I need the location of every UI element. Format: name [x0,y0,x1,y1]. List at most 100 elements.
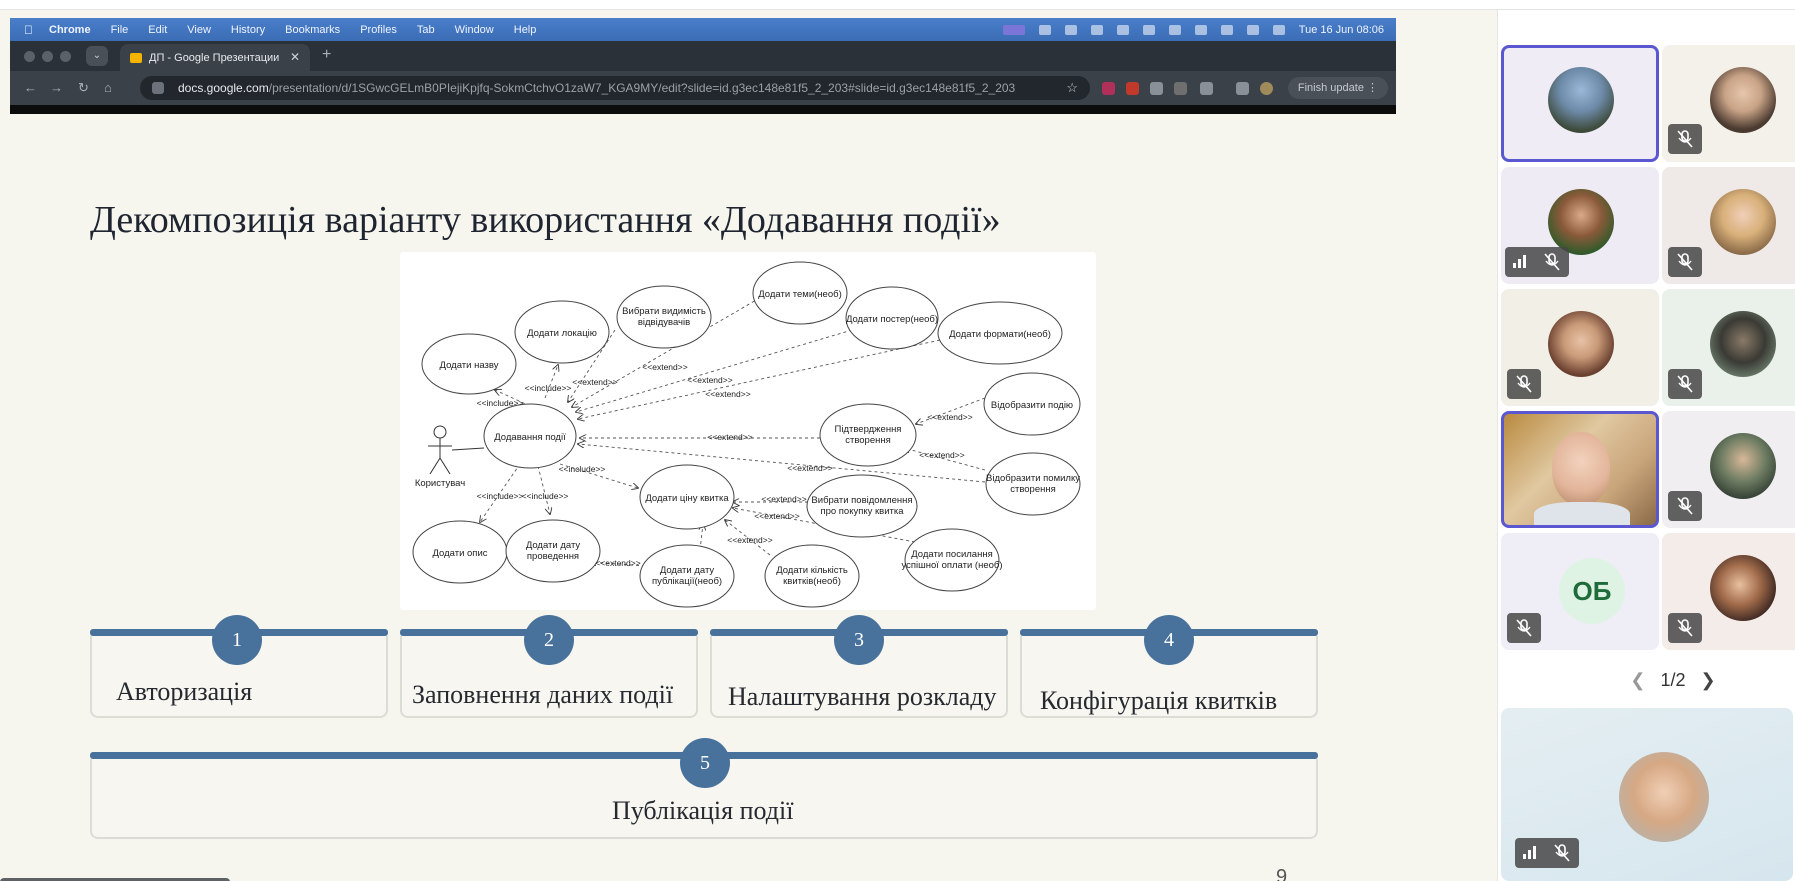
extensions-puzzle-icon[interactable] [1200,82,1213,95]
keyboard-icon[interactable] [1116,24,1129,35]
uc-formats-label: Додати формати(необ) [949,329,1051,340]
extension-icon[interactable] [1150,82,1163,95]
participant-tile[interactable] [1662,411,1795,528]
uc-error-label: Відобразити помилку [986,473,1080,484]
include-label: <<include>> [559,464,606,474]
uc-topics-label: Додати теми(необ) [758,289,841,300]
extension-icon[interactable] [1126,82,1139,95]
browser-tab[interactable]: ДП - Google Презентации ✕ [120,44,310,71]
association-line [451,447,485,451]
uc-name-label: Додати назву [440,360,499,371]
menu-edit[interactable]: Edit [148,24,167,36]
avatar [1548,189,1614,255]
uc-desc-label: Додати опис [432,548,487,559]
avatar [1548,67,1614,133]
slide-page-number: 9 [1276,866,1288,881]
uc-pubdate-label: публікації(необ) [652,576,722,587]
back-icon[interactable]: ← [24,80,37,95]
status-tray: Tue 16 Jun 08:06 [1002,18,1384,41]
include-label: <<include>> [525,383,572,393]
extension-icon[interactable] [1174,82,1187,95]
participants-pager: ❮ 1/2 ❯ [1618,670,1728,691]
screen-share-icon[interactable] [1002,24,1025,35]
browser-tab-strip: ⌄ ДП - Google Презентации ✕ + [10,41,1396,71]
forward-icon[interactable]: → [50,80,63,95]
participant-tile[interactable] [1662,45,1795,162]
participant-tile-speaking[interactable] [1501,411,1659,528]
tray-icon[interactable] [1064,24,1077,35]
participant-tile[interactable] [1501,45,1659,162]
muted-mic-icon [1507,369,1541,399]
menu-help[interactable]: Help [514,24,537,36]
profile-avatar[interactable] [1260,82,1273,95]
extend-label: <<extend>> [727,535,772,545]
participant-tile[interactable] [1501,167,1659,284]
tray-icon[interactable] [1246,24,1259,35]
avatar-initials: ОБ [1559,558,1625,624]
close-window-icon[interactable] [24,51,35,62]
page-indicator: 1/2 [1660,670,1686,690]
participant-tile[interactable] [1662,289,1795,406]
close-tab-icon[interactable]: ✕ [290,50,300,64]
menu-view[interactable]: View [187,24,211,36]
site-info-icon[interactable] [152,82,164,94]
reload-icon[interactable]: ↻ [78,80,89,96]
use-case-diagram: Користувач Додавання події Додати назву … [400,252,1096,610]
signal-icon [1505,247,1535,277]
muted-mic-icon [1507,613,1541,643]
extend-label: <<extend>> [787,463,832,473]
new-tab-icon[interactable]: + [322,46,331,64]
uc-visibility-label: відвідувачів [638,317,690,328]
menu-file[interactable]: File [111,24,129,36]
uc-main-label: Додавання події [494,432,566,443]
tray-icon[interactable] [1220,24,1233,35]
apple-icon[interactable]:  [24,23,33,37]
self-view-tile[interactable] [1501,708,1793,881]
wifi-icon[interactable] [1168,24,1181,35]
extend-label: <<extend>> [754,511,799,521]
step-number: 5 [680,738,730,788]
extend-label: <<extend>> [761,494,806,504]
menu-profiles[interactable]: Profiles [360,24,397,36]
battery-icon[interactable] [1142,24,1155,35]
slide-top-band [10,105,1396,114]
muted-mic-icon [1668,124,1702,154]
avatar [1548,311,1614,377]
participant-tile[interactable] [1662,167,1795,284]
menu-window[interactable]: Window [455,24,494,36]
next-page-icon[interactable]: ❯ [1701,670,1716,690]
minimize-window-icon[interactable] [42,51,53,62]
download-icon[interactable] [1236,82,1249,95]
clock[interactable]: Tue 16 Jun 08:06 [1299,24,1384,36]
bookmark-star-icon[interactable]: ☆ [1066,76,1078,100]
uc-confirm-label: створення [845,435,891,446]
participant-tile[interactable] [1662,533,1795,650]
participant-tile[interactable] [1501,289,1659,406]
control-center-icon[interactable] [1272,24,1285,35]
signal-icon [1515,838,1545,868]
extension-icon[interactable] [1102,82,1115,95]
address-bar[interactable]: docs.google.com/presentation/d/1SGwcGELm… [140,76,1090,100]
zoom-window-icon[interactable] [60,51,71,62]
tab-search-icon[interactable]: ⌄ [86,46,108,66]
home-icon[interactable]: ⌂ [104,80,112,95]
avatar [1710,67,1776,133]
step-number: 4 [1144,615,1194,665]
menu-bookmarks[interactable]: Bookmarks [285,24,340,36]
muted-mic-icon [1668,613,1702,643]
extend-label: <<extend>> [687,375,732,385]
prev-page-icon[interactable]: ❮ [1630,670,1645,690]
use-case-diagram-svg: Користувач Додавання події Додати назву … [412,261,1081,608]
menu-history[interactable]: History [231,24,265,36]
finish-update-button[interactable]: Finish update ⋮ [1287,77,1388,99]
extend-label: <<extend>> [707,432,752,442]
tray-icon[interactable] [1038,24,1051,35]
extend-label: <<extend>> [642,362,687,372]
uc-error-label: створення [1010,484,1056,495]
tray-icon[interactable] [1090,24,1103,35]
uc-date-label: Додати дату [526,540,581,551]
search-icon[interactable] [1194,24,1207,35]
menu-app-name[interactable]: Chrome [49,24,91,36]
participant-tile[interactable]: ОБ [1501,533,1659,650]
menu-tab[interactable]: Tab [417,24,435,36]
